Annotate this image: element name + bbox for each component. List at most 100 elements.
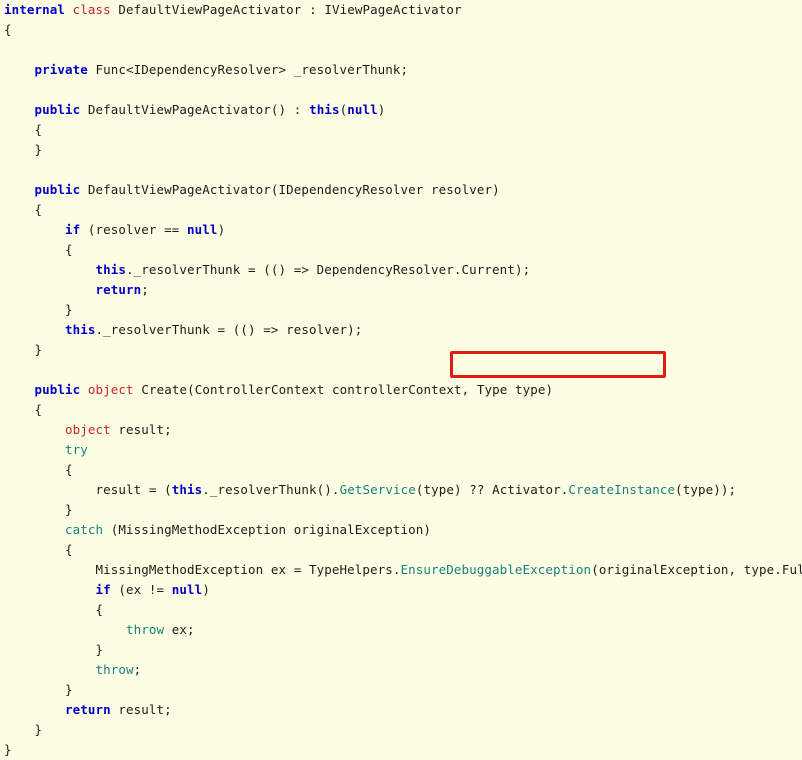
code-token-plain: } (34, 342, 43, 357)
code-token-kw: public (34, 182, 81, 197)
code-line: public DefaultViewPageActivator(IDepende… (0, 180, 802, 200)
code-token-plain: { (65, 542, 73, 557)
code-line: catch (MissingMethodException originalEx… (0, 520, 802, 540)
code-token-flow: throw (126, 622, 165, 637)
code-line: } (0, 300, 802, 320)
code-token-kw: return (95, 282, 142, 297)
code-token-kw: this (65, 322, 96, 337)
code-token-method: EnsureDebuggableException (400, 562, 592, 577)
code-token-plain: { (34, 122, 43, 137)
code-line: try (0, 440, 802, 460)
code-token-plain: { (65, 242, 73, 257)
code-line: } (0, 680, 802, 700)
code-editor-view[interactable]: internal class DefaultViewPageActivator … (0, 0, 802, 757)
code-token-plain: ; (141, 282, 149, 297)
code-line: if (ex != null) (0, 580, 802, 600)
code-token-plain: { (65, 462, 73, 477)
code-token-plain: result; (110, 702, 172, 717)
code-token-plain: result; (110, 422, 172, 437)
code-token-plain: } (34, 722, 43, 737)
code-token-kw: internal (4, 2, 66, 17)
code-token-plain: ) (217, 222, 226, 237)
code-line: { (0, 540, 802, 560)
code-token-plain: } (65, 302, 73, 317)
code-token-plain: Create(ControllerContext controllerConte… (133, 382, 554, 397)
code-token-plain: } (34, 142, 43, 157)
code-token-plain: ) (377, 102, 386, 117)
code-line: { (0, 200, 802, 220)
code-token-method: GetService (339, 482, 416, 497)
code-token-plain: ._resolverThunk = (() => DependencyResol… (126, 262, 531, 277)
code-token-type-kw: class (72, 2, 111, 17)
code-line: this._resolverThunk = (() => resolver); (0, 320, 802, 340)
code-token-plain: MissingMethodException ex = TypeHelpers. (95, 562, 401, 577)
code-token-plain: ex; (164, 622, 195, 637)
code-token-plain: (ex != (110, 582, 172, 597)
code-line: } (0, 720, 802, 740)
code-token-plain: DefaultViewPageActivator() : (80, 102, 310, 117)
code-line: { (0, 240, 802, 260)
code-line: this._resolverThunk = (() => DependencyR… (0, 260, 802, 280)
code-token-plain: { (34, 402, 43, 417)
code-line: public object Create(ControllerContext c… (0, 380, 802, 400)
code-token-plain: } (65, 502, 73, 517)
code-token-flow: catch (65, 522, 104, 537)
code-line: { (0, 120, 802, 140)
code-token-plain: } (65, 682, 73, 697)
code-token-kw: private (34, 62, 88, 77)
code-line: internal class DefaultViewPageActivator … (0, 0, 802, 20)
code-token-kw: null (171, 582, 203, 597)
code-token-plain: (type)); (675, 482, 737, 497)
code-token-plain: (resolver == (80, 222, 188, 237)
code-token-plain: Activator. (492, 482, 569, 497)
code-line: object result; (0, 420, 802, 440)
code-line: { (0, 400, 802, 420)
code-line: } (0, 340, 802, 360)
code-line: } (0, 140, 802, 160)
code-line: result = (this._resolverThunk().GetServi… (0, 480, 802, 500)
code-token-kw: this (95, 262, 127, 277)
code-token-kw: public (34, 382, 81, 397)
code-token-plain: { (95, 602, 104, 617)
code-token-kw: if (95, 582, 111, 597)
code-line: private Func<IDependencyResolver> _resol… (0, 60, 802, 80)
code-token-kw: null (347, 102, 378, 117)
code-line: return result; (0, 700, 802, 720)
code-token-kw: null (187, 222, 218, 237)
code-token-kw: this (309, 102, 340, 117)
code-line: if (resolver == null) (0, 220, 802, 240)
code-token-plain: Func<IDependencyResolver> _resolverThunk… (87, 62, 409, 77)
code-line: { (0, 600, 802, 620)
code-token-kw: return (65, 702, 111, 717)
code-line: { (0, 460, 802, 480)
code-lines-container: internal class DefaultViewPageActivator … (0, 0, 802, 760)
code-token-plain: } (4, 742, 12, 757)
code-token-kw: public (34, 102, 81, 117)
code-line: public DefaultViewPageActivator() : this… (0, 100, 802, 120)
